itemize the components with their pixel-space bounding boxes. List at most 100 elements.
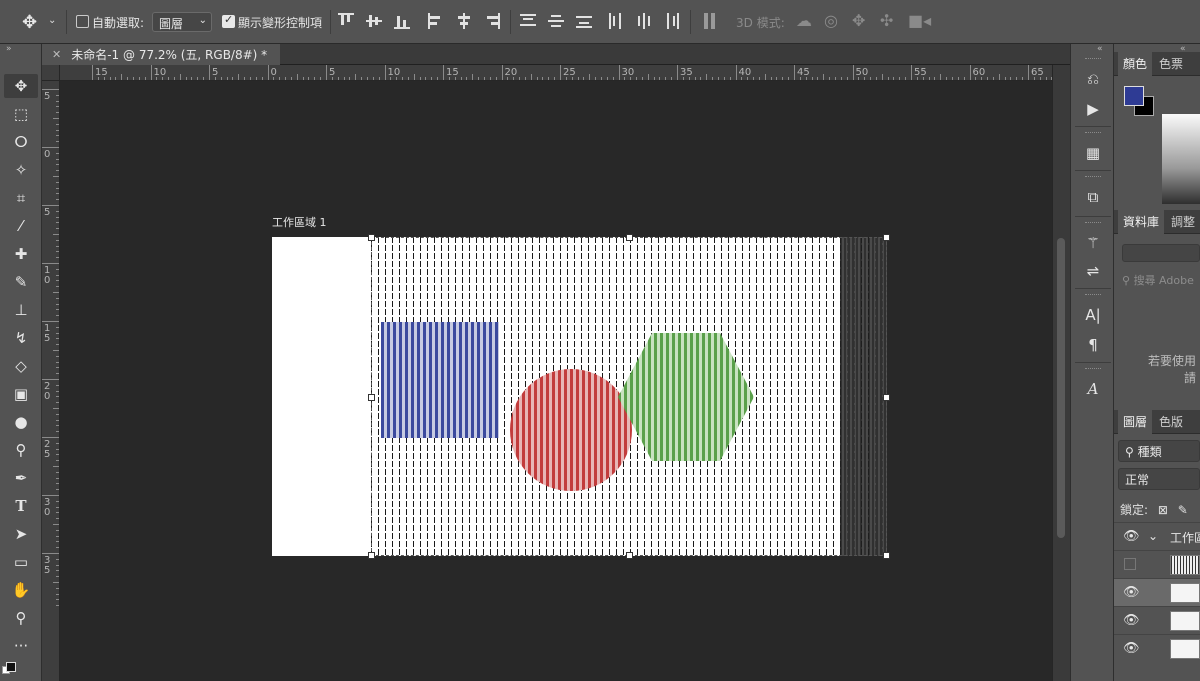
distribute-horizontal-center-icon[interactable] [636, 13, 654, 29]
auto-select-target-dropdown[interactable]: 圖層 ⌄ [152, 12, 212, 32]
transform-handle-top-right[interactable] [883, 234, 890, 241]
path-selection-tool-icon[interactable]: ➤ [4, 522, 38, 546]
tab-swatches[interactable]: 色票 [1154, 52, 1188, 76]
transform-handle-bottom-left[interactable] [368, 552, 375, 559]
tab-layers[interactable]: 圖層 [1118, 410, 1153, 434]
distribute-vertical-center-icon[interactable] [548, 13, 566, 29]
eyedropper-tool-icon[interactable]: ⁄ [4, 214, 38, 238]
show-transform-checkbox[interactable] [222, 13, 235, 28]
artboard-label[interactable]: 工作區域 1 [272, 214, 327, 230]
distribute-top-icon[interactable] [520, 13, 538, 29]
healing-brush-tool-icon[interactable]: ✚ [4, 242, 38, 266]
tool-preset-dropdown-icon[interactable]: ⌄ [48, 15, 56, 26]
auto-align-layers-icon[interactable] [702, 13, 720, 29]
hand-tool-icon[interactable]: ✋ [4, 578, 38, 602]
visibility-toggle[interactable] [1124, 558, 1136, 570]
dock-grip[interactable] [1085, 58, 1101, 61]
magic-wand-tool-icon[interactable]: ✧ [4, 158, 38, 182]
library-dropdown[interactable] [1122, 244, 1200, 262]
gradient-tool-icon[interactable]: ▣ [4, 382, 38, 406]
library-search[interactable]: ⚲ 搜尋 Adobe [1122, 272, 1200, 288]
marquee-tool-icon[interactable]: ⬚ [4, 102, 38, 126]
blur-tool-icon[interactable]: ● [4, 410, 38, 434]
edit-toolbar-icon[interactable]: ··· [4, 634, 38, 658]
history-panel-icon[interactable]: ⎌ [1081, 68, 1105, 90]
tab-adjustments[interactable]: 調整 [1166, 210, 1200, 234]
align-top-icon[interactable] [338, 13, 356, 29]
zoom-tool-icon[interactable]: ⚲ [4, 606, 38, 630]
transform-handle-top[interactable] [626, 234, 633, 241]
align-bottom-icon[interactable] [394, 13, 412, 29]
3d-orbit-icon[interactable]: ☁ [796, 11, 812, 30]
dodge-tool-icon[interactable]: ⚲ [4, 438, 38, 462]
eye-icon[interactable]: 👁 [1123, 585, 1140, 600]
lock-image-icon[interactable]: ✎ [1178, 503, 1188, 517]
layer-row-selected[interactable]: 👁 [1114, 578, 1200, 606]
color-spectrum[interactable] [1162, 114, 1200, 204]
crop-tool-icon[interactable]: ⌗ [4, 186, 38, 210]
ruler-origin[interactable] [42, 65, 60, 81]
clone-stamp-tool-icon[interactable]: ⊥ [4, 298, 38, 322]
collapse-dock-icon[interactable]: « [1097, 44, 1102, 54]
align-right-icon[interactable] [484, 13, 502, 29]
character-panel-icon[interactable]: A| [1081, 304, 1105, 326]
type-tool-icon[interactable]: T [4, 494, 38, 518]
eye-icon[interactable]: 👁 [1123, 529, 1140, 544]
3d-pan-icon[interactable]: ✥ [852, 11, 865, 30]
chevron-down-icon[interactable]: ⌄ [1148, 529, 1158, 543]
layer-row[interactable]: 👁 [1114, 606, 1200, 634]
transform-handle-bottom-right[interactable] [883, 552, 890, 559]
distribute-left-icon[interactable] [608, 13, 626, 29]
vertical-scrollbar-thumb[interactable] [1057, 238, 1065, 538]
horizontal-ruler[interactable]: 15 10 5 0 5 10 15 20 25 30 35 40 45 50 55 60 65 [42, 65, 1052, 81]
eraser-tool-icon[interactable]: ◇ [4, 354, 38, 378]
move-tool-icon[interactable]: ✥ [4, 74, 38, 98]
tab-channels[interactable]: 色版 [1154, 410, 1188, 434]
distribute-bottom-icon[interactable] [576, 13, 594, 29]
layer-row[interactable] [1114, 550, 1200, 578]
actions-panel-icon[interactable]: ▶ [1081, 98, 1105, 120]
dock-grip[interactable] [1085, 132, 1101, 135]
collapse-panel-icon[interactable]: » [6, 44, 11, 54]
eye-icon[interactable]: 👁 [1123, 613, 1140, 628]
tab-libraries[interactable]: 資料庫 [1118, 210, 1165, 234]
navigator-panel-icon[interactable]: ⧉ [1081, 186, 1105, 208]
distribute-right-icon[interactable] [664, 13, 682, 29]
3d-roll-icon[interactable]: ◎ [824, 11, 838, 30]
tab-color[interactable]: 顏色 [1118, 52, 1153, 76]
lock-transparent-icon[interactable]: ⊠ [1158, 503, 1168, 517]
close-icon[interactable]: ✕ [52, 48, 61, 61]
transform-handle-bottom[interactable] [626, 552, 633, 559]
brush-settings-panel-icon[interactable]: ⚚ [1081, 232, 1105, 254]
canvas-area[interactable]: 工作區域 1 [60, 81, 1052, 681]
3d-scale-icon[interactable]: ■◂ [908, 11, 931, 30]
foreground-color-swatch[interactable] [1124, 86, 1144, 106]
layer-row[interactable]: 👁 [1114, 634, 1200, 662]
glyphs-panel-icon[interactable]: A [1081, 378, 1105, 400]
align-left-icon[interactable] [428, 13, 446, 29]
dock-grip[interactable] [1085, 368, 1101, 371]
align-horizontal-center-icon[interactable] [456, 13, 474, 29]
align-vertical-center-icon[interactable] [366, 13, 384, 29]
rectangle-tool-icon[interactable]: ▭ [4, 550, 38, 574]
pen-tool-icon[interactable]: ✒ [4, 466, 38, 490]
3d-slide-icon[interactable]: ✣ [880, 11, 893, 30]
brush-tool-icon[interactable]: ✎ [4, 270, 38, 294]
move-tool-icon[interactable]: ✥ [22, 12, 37, 33]
collapse-panels-icon[interactable]: « [1180, 44, 1186, 54]
document-tab[interactable]: ✕ 未命名-1 @ 77.2% (五, RGB/8#) * [42, 44, 280, 65]
auto-select-checkbox[interactable] [76, 15, 89, 28]
paragraph-panel-icon[interactable]: ¶ [1081, 334, 1105, 356]
dock-grip[interactable] [1085, 222, 1101, 225]
transform-handle-top-left[interactable] [368, 234, 375, 241]
dock-grip[interactable] [1085, 294, 1101, 297]
layer-group-row[interactable]: 👁 ⌄ 工作區 [1114, 522, 1200, 550]
transform-handle-right[interactable] [883, 394, 890, 401]
dock-grip[interactable] [1085, 176, 1101, 179]
layer-filter-dropdown[interactable]: ⚲ 種類 [1118, 440, 1200, 462]
lasso-tool-icon[interactable]: ⵔ [4, 130, 38, 154]
blend-mode-dropdown[interactable]: 正常 [1118, 468, 1200, 490]
transform-handle-left[interactable] [368, 394, 375, 401]
swap-colors-icon[interactable] [6, 662, 16, 672]
vertical-scrollbar[interactable] [1052, 65, 1070, 681]
